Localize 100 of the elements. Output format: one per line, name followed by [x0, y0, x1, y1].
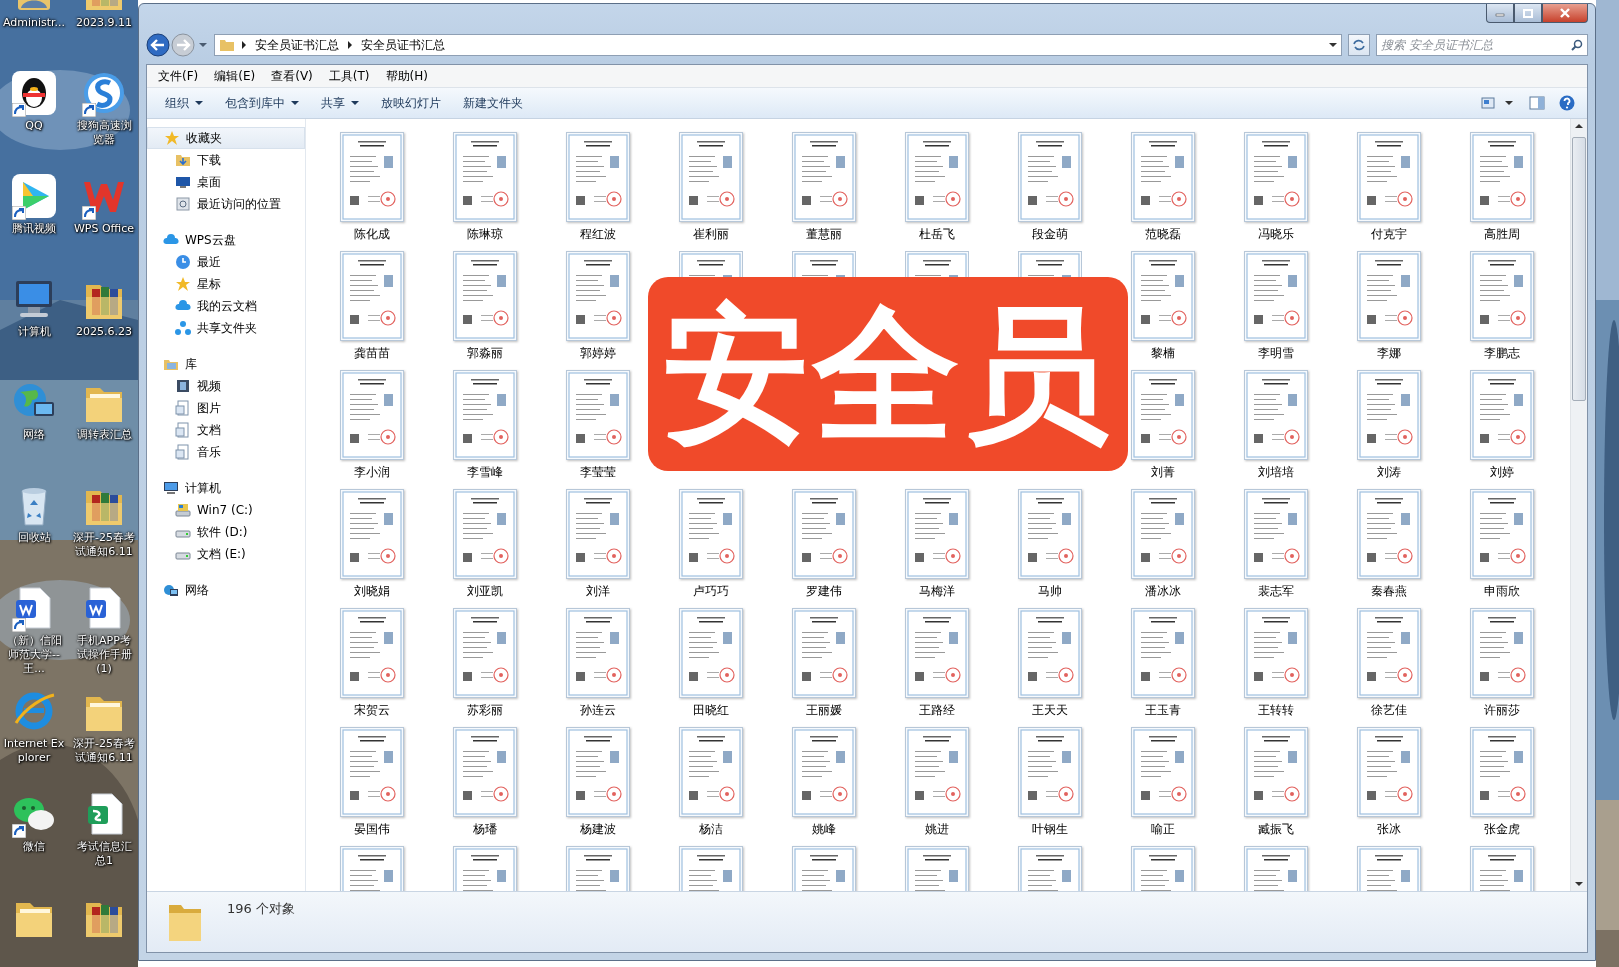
certificate-thumbnail[interactable]: [1243, 489, 1308, 579]
file-name[interactable]: 潘冰冰: [1144, 584, 1181, 599]
file-name[interactable]: 李雪峰: [466, 465, 503, 480]
toolbar-button[interactable]: 放映幻灯片: [371, 91, 451, 115]
certificate-thumbnail[interactable]: [1130, 251, 1195, 341]
certificate-thumbnail[interactable]: [1356, 132, 1421, 222]
icon-label[interactable]: 手机APP考试操作手册(1): [72, 634, 136, 676]
certificate-thumbnail[interactable]: [1469, 608, 1534, 698]
refresh-button[interactable]: [1348, 34, 1370, 56]
sidebar-item[interactable]: 计算机: [147, 477, 305, 499]
search-field[interactable]: 搜索 安全员证书汇总: [1376, 34, 1588, 56]
certificate-thumbnail[interactable]: [1356, 251, 1421, 341]
certificate-thumbnail[interactable]: [452, 608, 517, 698]
icon-label[interactable]: 2023.9.11: [72, 16, 136, 30]
file-name[interactable]: 李小润: [353, 465, 390, 480]
certificate-thumbnail[interactable]: [1243, 370, 1308, 460]
certificate-thumbnail[interactable]: [1243, 608, 1308, 698]
file-name[interactable]: 王丽媛: [805, 703, 842, 718]
file-name[interactable]: 刘亚凯: [466, 584, 503, 599]
certificate-thumbnail[interactable]: [678, 489, 743, 579]
help-icon[interactable]: [1559, 95, 1575, 111]
certificate-thumbnail[interactable]: [1243, 727, 1308, 817]
certificate-thumbnail[interactable]: [1243, 132, 1308, 222]
back-forward-icon[interactable]: [146, 32, 208, 58]
sidebar-item[interactable]: 文档 (E:): [147, 543, 305, 565]
file-name[interactable]: 徐艺佳: [1370, 703, 1407, 718]
file-name[interactable]: 罗建伟: [805, 584, 842, 599]
file-name[interactable]: 高胜周: [1483, 227, 1520, 242]
file-name[interactable]: 张冰: [1376, 822, 1401, 837]
toolbar-button[interactable]: 组织: [155, 91, 213, 115]
sidebar-item[interactable]: 我的云文档: [147, 295, 305, 317]
menu-item[interactable]: 帮助(H): [378, 65, 435, 87]
certificate-thumbnail[interactable]: [1356, 489, 1421, 579]
certificate-thumbnail[interactable]: [565, 132, 630, 222]
certificate-thumbnail[interactable]: [791, 132, 856, 222]
certificate-thumbnail[interactable]: [339, 251, 404, 341]
sidebar-item[interactable]: 桌面: [147, 171, 305, 193]
certificate-thumbnail[interactable]: [339, 132, 404, 222]
certificate-thumbnail[interactable]: [1356, 370, 1421, 460]
menu-item[interactable]: 文件(F): [151, 65, 206, 87]
certificate-thumbnail[interactable]: [1469, 370, 1534, 460]
certificate-thumbnail[interactable]: [678, 608, 743, 698]
file-name[interactable]: 郭婷婷: [579, 346, 616, 361]
icon-label[interactable]: 搜狗高速浏览器: [72, 119, 136, 147]
certificate-thumbnail[interactable]: [339, 727, 404, 817]
certificate-thumbnail[interactable]: [1017, 727, 1082, 817]
icon-label[interactable]: Internet Explorer: [2, 737, 66, 765]
certificate-thumbnail[interactable]: [452, 251, 517, 341]
icon-label[interactable]: 微信: [2, 840, 66, 854]
certificate-thumbnail[interactable]: [904, 727, 969, 817]
certificate-thumbnail[interactable]: [1356, 727, 1421, 817]
certificate-thumbnail[interactable]: [452, 489, 517, 579]
certificate-thumbnail[interactable]: [1356, 608, 1421, 698]
certificate-thumbnail[interactable]: [904, 608, 969, 698]
icon-label[interactable]: 深开-25春考试通知6.11: [72, 737, 136, 765]
certificate-thumbnail[interactable]: [339, 370, 404, 460]
file-name[interactable]: 姚进: [924, 822, 949, 837]
file-name[interactable]: 刘洋: [585, 584, 610, 599]
certificate-thumbnail[interactable]: [791, 489, 856, 579]
certificate-thumbnail[interactable]: [1017, 608, 1082, 698]
certificate-thumbnail[interactable]: [452, 370, 517, 460]
icon-label[interactable]: 2025.6.23: [72, 325, 136, 339]
file-name[interactable]: 卢巧巧: [692, 584, 729, 599]
toolbar-button[interactable]: 共享: [311, 91, 369, 115]
certificate-thumbnail[interactable]: [565, 370, 630, 460]
file-name[interactable]: 李明雪: [1257, 346, 1294, 361]
scroll-down-icon[interactable]: [1575, 881, 1583, 887]
certificate-thumbnail[interactable]: [452, 727, 517, 817]
icon-label[interactable]: 计算机: [2, 325, 66, 339]
certificate-thumbnail[interactable]: [1469, 489, 1534, 579]
file-name[interactable]: 刘培培: [1257, 465, 1294, 480]
file-name[interactable]: 申雨欣: [1483, 584, 1520, 599]
icon-label[interactable]: 考试信息汇总1: [72, 840, 136, 868]
sidebar-item[interactable]: 音乐: [147, 441, 305, 463]
menu-item[interactable]: 工具(T): [321, 65, 377, 87]
file-name[interactable]: 杨洁: [698, 822, 723, 837]
file-name[interactable]: 臧振飞: [1257, 822, 1294, 837]
menu-item[interactable]: 查看(V): [264, 65, 320, 87]
file-name[interactable]: 田晓红: [692, 703, 729, 718]
certificate-thumbnail[interactable]: [1469, 727, 1534, 817]
file-name[interactable]: 杨璠: [472, 822, 497, 837]
icon-label[interactable]: 深开-25春考试通知6.11: [72, 531, 136, 559]
file-name[interactable]: 刘晓娟: [353, 584, 390, 599]
sidebar-item[interactable]: 库: [147, 353, 305, 375]
certificate-thumbnail[interactable]: [678, 251, 743, 277]
certificate-thumbnail[interactable]: [452, 132, 517, 222]
chevron-icon[interactable]: [347, 41, 353, 49]
icon-label[interactable]: 腾讯视频: [2, 222, 66, 236]
file-name[interactable]: 王玉青: [1144, 703, 1181, 718]
sidebar-item[interactable]: 文档: [147, 419, 305, 441]
file-name[interactable]: 裴志军: [1257, 584, 1294, 599]
sidebar-item[interactable]: 共享文件夹: [147, 317, 305, 339]
certificate-thumbnail[interactable]: [904, 132, 969, 222]
sidebar-item[interactable]: 网络: [147, 579, 305, 601]
certificate-thumbnail[interactable]: [904, 489, 969, 579]
certificate-thumbnail[interactable]: [791, 251, 856, 277]
file-name[interactable]: 李莹莹: [579, 465, 616, 480]
file-name[interactable]: 孙连云: [579, 703, 616, 718]
file-name[interactable]: 董慧丽: [805, 227, 842, 242]
file-name[interactable]: 马梅洋: [918, 584, 955, 599]
